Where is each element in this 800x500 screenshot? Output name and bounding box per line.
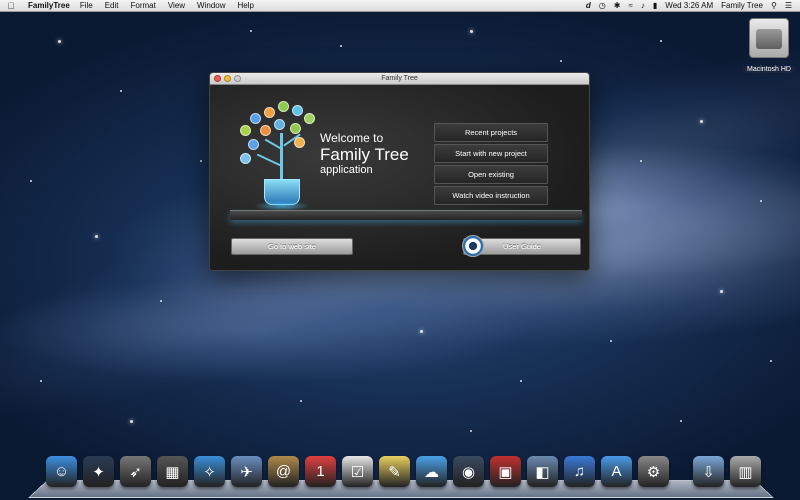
macintosh-hd-drive[interactable]: Macintosh HD [742,18,796,76]
photo-booth-icon[interactable]: ▣ [490,456,521,487]
menu-edit[interactable]: Edit [105,1,119,10]
trash-icon[interactable]: ▥ [730,456,761,487]
contacts-icon[interactable]: @ [268,456,299,487]
menu-window[interactable]: Window [197,1,225,10]
go-to-web-site-button[interactable]: Go to web site [231,238,353,255]
user-menu[interactable]: Family Tree [721,1,763,10]
welcome-line-1: Welcome to [320,131,384,145]
app-menu[interactable]: FamilyTree [28,1,70,10]
mail-icon[interactable]: ✈ [231,456,262,487]
window-titlebar[interactable]: Family Tree [210,73,589,85]
hard-drive-icon[interactable] [749,18,789,58]
rocket-icon[interactable]: ➶ [120,456,151,487]
welcome-heading: Welcome to Family Tree application [320,131,409,176]
notification-center-icon[interactable]: ☰ [785,1,792,10]
app-store-icon[interactable]: A [601,456,632,487]
apple-menu-icon[interactable]:  [0,1,22,11]
menu-help[interactable]: Help [238,1,254,10]
menubar-clock[interactable]: Wed 3:26 AM [665,1,713,10]
messages-icon[interactable]: ☁ [416,456,447,487]
launchpad-icon[interactable]: ✦ [83,456,114,487]
start-options: Recent projects Start with new project O… [434,123,548,207]
wifi-icon[interactable]: ≈ [628,1,632,10]
status-area: d ◷ ✱ ≈ ♪ ▮ Wed 3:26 AM Family Tree ⚲ ☰ [586,1,800,10]
notes-icon[interactable]: ✎ [379,456,410,487]
glass-shelf [230,210,582,220]
drive-label: Macintosh HD [743,66,795,73]
time-machine-icon[interactable]: ◷ [599,1,606,10]
family-tree-window: Family Tree Welcome to Family Tree appli… [209,72,590,271]
system-preferences-icon[interactable]: ⚙ [638,456,669,487]
menu-bar:  FamilyTree File Edit Format View Windo… [0,0,800,12]
calendar-icon[interactable]: 1 [305,456,336,487]
spotlight-icon[interactable]: ⚲ [771,1,777,10]
facetime-icon[interactable]: ◉ [453,456,484,487]
watch-video-button[interactable]: Watch video instruction [434,186,548,205]
battery-icon[interactable]: ▮ [653,1,657,10]
menu-view[interactable]: View [168,1,185,10]
itunes-icon[interactable]: ♫ [564,456,595,487]
menu-file[interactable]: File [80,1,93,10]
dictionary-icon[interactable]: d [586,1,591,10]
dock: ☺ ✦ ➶ ▦ ✧ ✈ @1 ☑ ✎ ☁ ◉ ▣ ◧ ♫ A ⚙ ⇩ ▥ [46,456,761,487]
welcome-line-3: application [320,164,373,176]
new-project-button[interactable]: Start with new project [434,144,548,163]
lifebuoy-icon[interactable] [462,235,484,257]
open-existing-button[interactable]: Open existing [434,165,548,184]
welcome-line-2: Family Tree [320,145,409,164]
welcome-panel: Welcome to Family Tree application Recen… [210,85,589,270]
finder-icon[interactable]: ☺ [46,456,77,487]
reminders-icon[interactable]: ☑ [342,456,373,487]
recent-projects-button[interactable]: Recent projects [434,123,548,142]
downloads-folder-icon[interactable]: ⇩ [693,456,724,487]
menu-format[interactable]: Format [131,1,156,10]
window-title: Family Tree [381,75,418,82]
mission-control-icon[interactable]: ▦ [157,456,188,487]
iphoto-icon[interactable]: ◧ [527,456,558,487]
safari-icon[interactable]: ✧ [194,456,225,487]
volume-icon[interactable]: ♪ [641,1,645,10]
bluetooth-icon[interactable]: ✱ [614,1,621,10]
family-tree-logo-icon [234,99,320,215]
